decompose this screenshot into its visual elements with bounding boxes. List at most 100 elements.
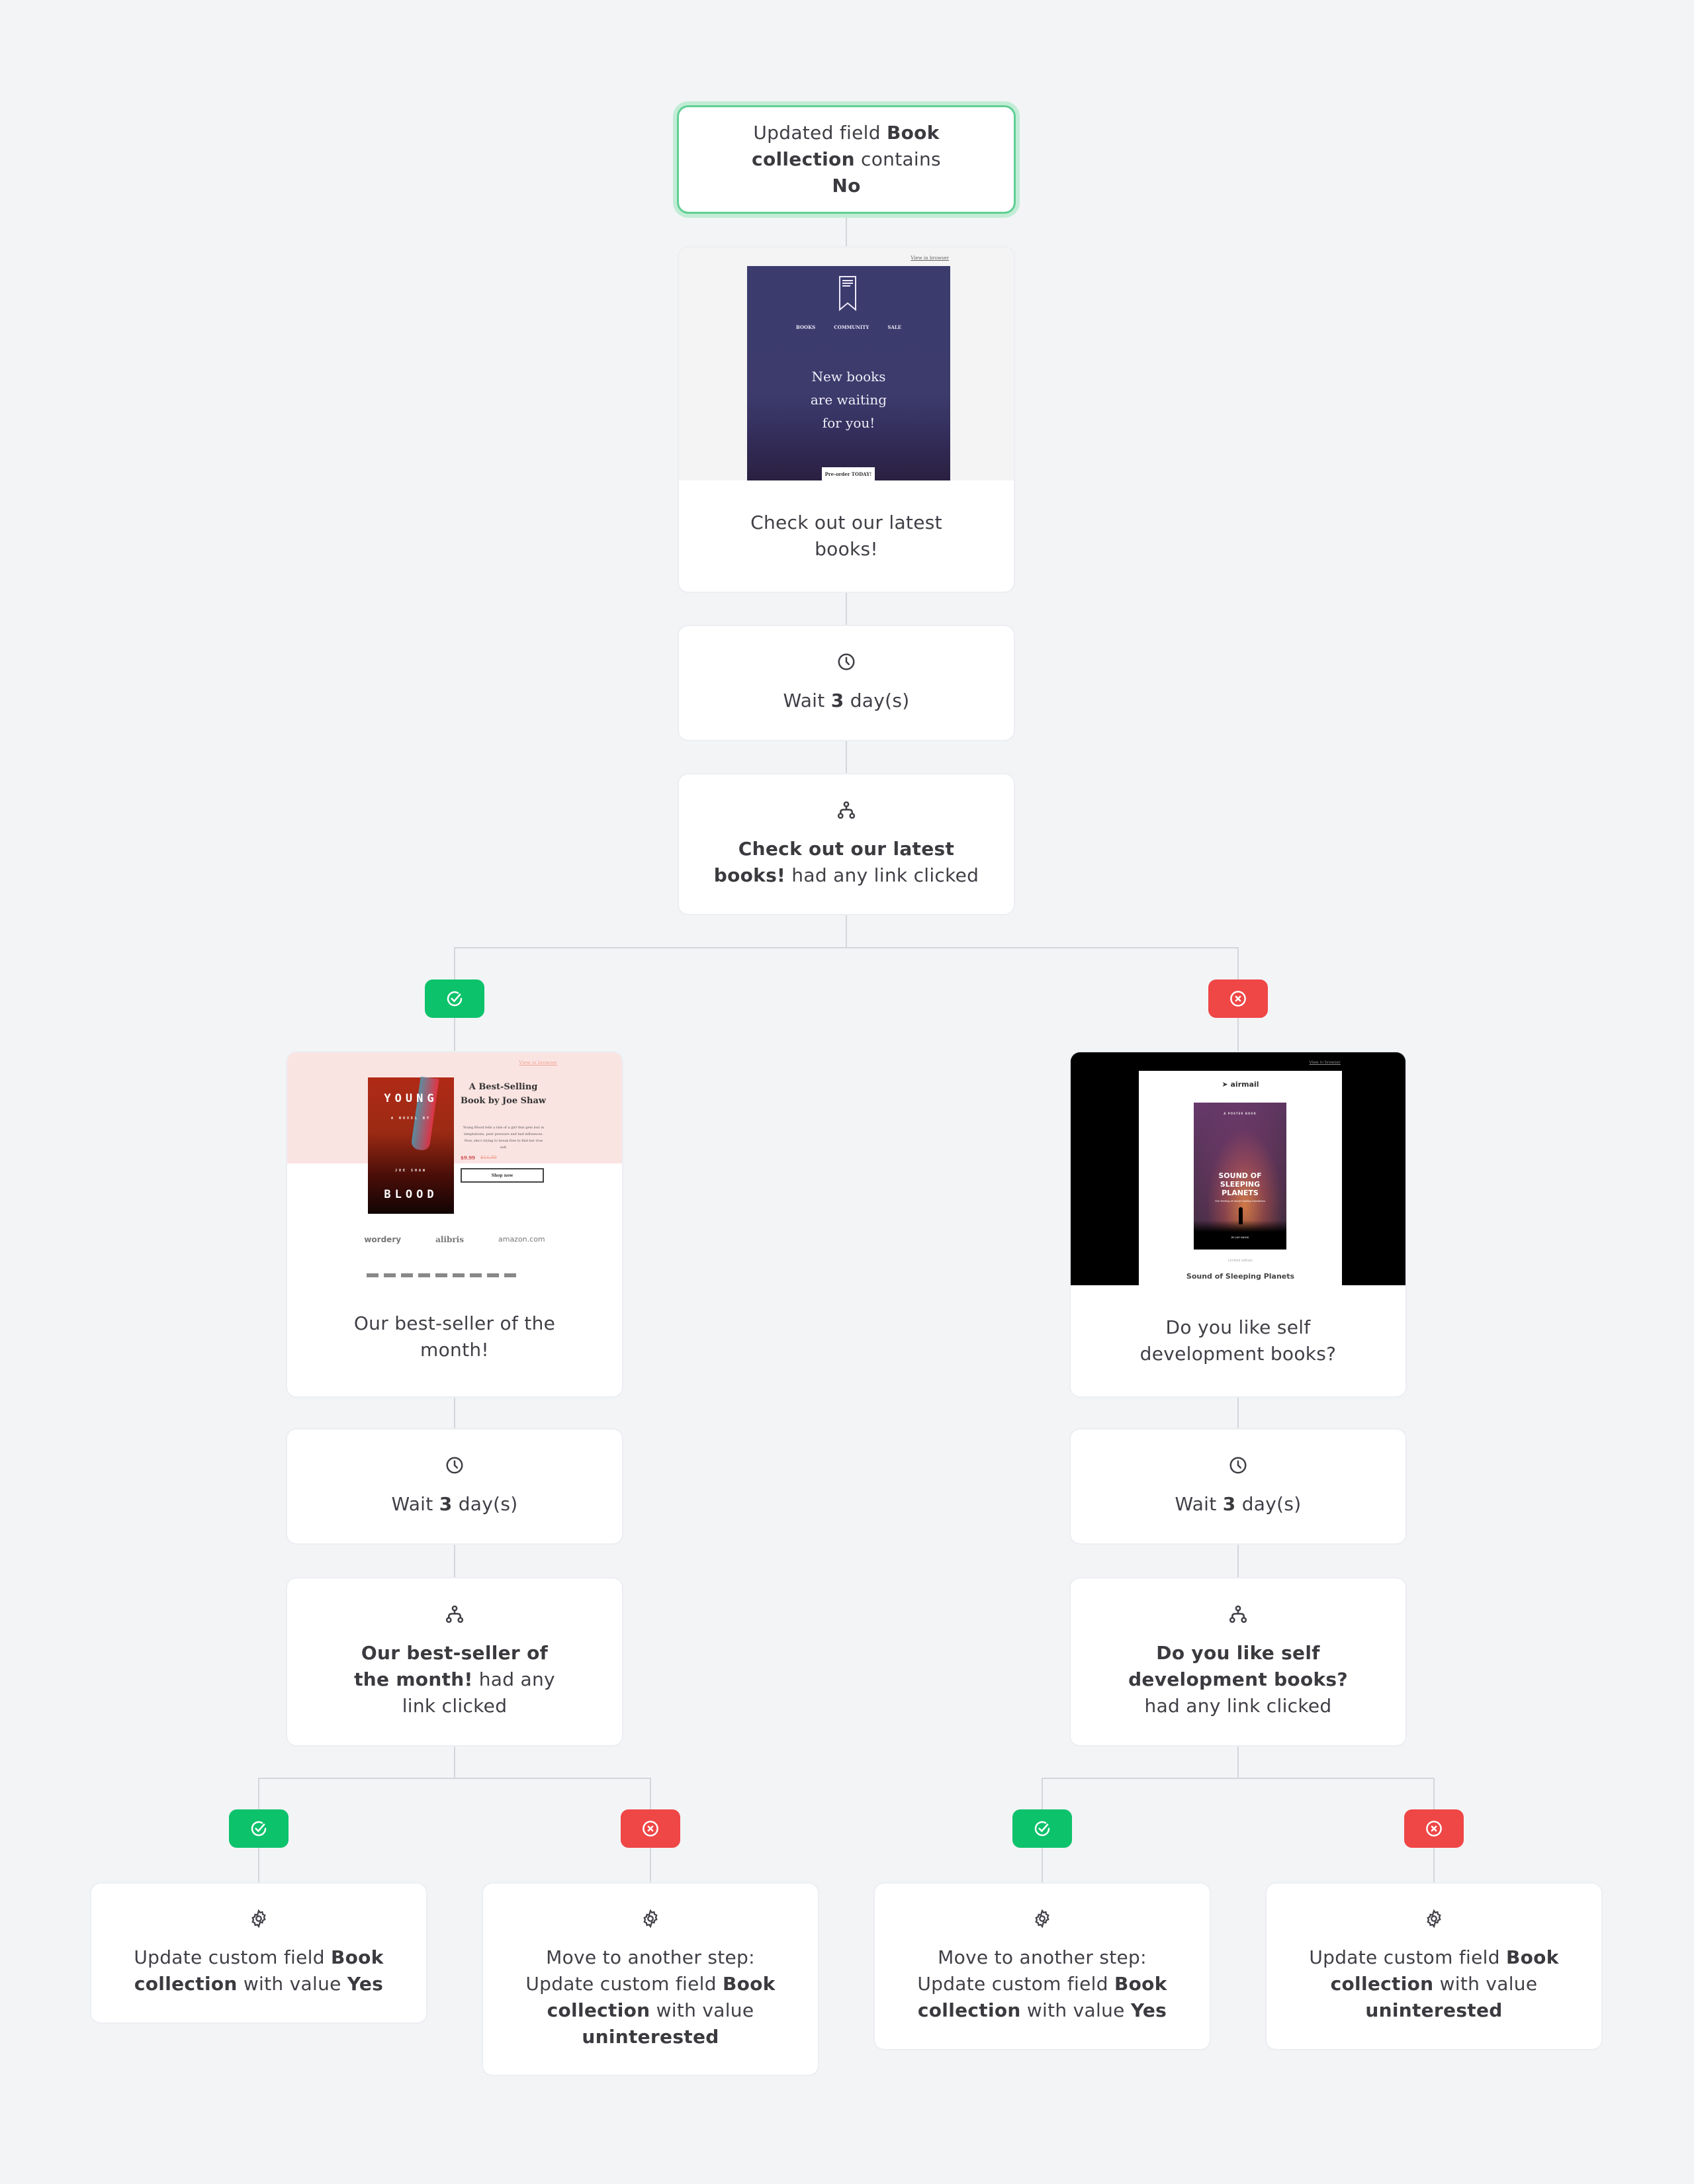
condition-node[interactable]: Check out our latest books! had any link… [679, 774, 1014, 914]
email-subject: Check out our latest books! [750, 512, 942, 560]
email-headline: New books are waiting for you! [747, 365, 950, 435]
email-node[interactable]: View in browser BOOKS COMMUNITY SALE New… [679, 248, 1014, 592]
condition-node[interactable]: Do you like self development books? had … [1071, 1578, 1405, 1745]
emphasis-text: Yes [1130, 1999, 1167, 2021]
branch-connector [1042, 1778, 1435, 1779]
x-circle-icon [1426, 1821, 1442, 1837]
no-branch-badge[interactable] [621, 1809, 680, 1848]
email-hero: BOOKS COMMUNITY SALE New books are waiti… [747, 266, 950, 480]
action-text: Move to another step: Update custom fiel… [910, 1944, 1175, 2024]
action-text: Update custom field Book collection with… [126, 1944, 391, 1997]
connector [846, 213, 847, 248]
condition-text: Check out our latest books! had any link… [713, 837, 979, 886]
connector [1237, 1745, 1239, 1778]
store-logo: wordery [364, 1235, 402, 1244]
nav-item: BOOKS [795, 324, 816, 330]
connector [454, 1396, 455, 1430]
text-fragment: with value [237, 1973, 347, 1995]
text-fragment: with value [650, 1999, 754, 2021]
email-subject: Our best-seller of the month! [353, 1312, 556, 1361]
x-circle-icon [643, 1821, 658, 1837]
email-preview: View in browser YOUNG A NOVEL BY JOE SHA… [287, 1052, 622, 1277]
emphasis-text: uninterested [1365, 1999, 1503, 2021]
branch-icon [837, 801, 856, 819]
condition-node[interactable]: Our best-seller of the month! had any li… [287, 1578, 622, 1745]
wait-node[interactable]: Wait 3 day(s) [287, 1430, 622, 1543]
clock-icon [1229, 1457, 1247, 1474]
wait-text: Wait 3 day(s) [783, 690, 910, 711]
connector [846, 740, 847, 774]
branch-icon [1229, 1605, 1247, 1623]
no-branch-badge[interactable] [1208, 979, 1268, 1018]
text-fragment: Updated field [753, 122, 887, 144]
wait-node[interactable]: Wait 3 day(s) [679, 626, 1014, 740]
headline-line: for you! [822, 415, 875, 431]
book-cover: A POSTER BOOK SOUND OF SLEEPING PLANETS … [1194, 1103, 1286, 1250]
clock-icon [838, 653, 855, 670]
connector [454, 1745, 455, 1778]
clock-icon [446, 1457, 463, 1474]
airmail-logo: ➤ airmail [1222, 1080, 1259, 1089]
connector [1237, 1543, 1239, 1578]
wait-node[interactable]: Wait 3 day(s) [1071, 1430, 1405, 1543]
wait-text: Wait 3 day(s) [391, 1493, 518, 1515]
preorder-button: Pre-order TODAY! [822, 467, 875, 480]
branch-icon [445, 1605, 464, 1623]
text-fragment: Move to another step: Update custom fiel… [917, 1946, 1147, 1995]
email-preview: View in browser BOOKS COMMUNITY SALE New… [679, 248, 1014, 480]
yes-branch-badge[interactable] [229, 1809, 289, 1848]
action-node[interactable]: Update custom field Book collection with… [91, 1884, 426, 2023]
store-logo: alibris [435, 1235, 464, 1244]
email-nav: BOOKS COMMUNITY SALE [747, 324, 950, 330]
store-logos: wordery alibris amazon.com [287, 1235, 622, 1244]
book-old-price: $14.99 [480, 1155, 497, 1160]
text-fragment: with value [1020, 1999, 1131, 2021]
nav-item: COMMUNITY [834, 324, 869, 330]
condition-text: Our best-seller of the month! had any li… [354, 1642, 555, 1717]
nav-item: SALE [887, 324, 902, 330]
wait-text: Wait 3 day(s) [1175, 1493, 1302, 1515]
no-branch-badge[interactable] [1404, 1809, 1464, 1848]
bookmark-logo-icon [839, 276, 856, 312]
gear-icon [643, 1909, 658, 1928]
headline-line: are waiting [810, 392, 887, 408]
view-in-browser-link: View in browser [911, 255, 949, 261]
emphasis-text: Yes [347, 1973, 384, 1995]
book-price: $9.99 [461, 1155, 475, 1161]
text-fragment: Update custom field [1309, 1946, 1506, 1968]
yes-branch-badge[interactable] [425, 979, 484, 1018]
trigger-node[interactable]: Updated field Book collection contains N… [679, 107, 1014, 212]
connector [1237, 1396, 1239, 1430]
gear-icon [251, 1909, 266, 1929]
action-text: Update custom field Book collection with… [1302, 1944, 1566, 2024]
emphasis-text: uninterested [582, 2025, 719, 2048]
action-node[interactable]: Move to another step: Update custom fiel… [483, 1884, 818, 2075]
email-node[interactable]: View in browser ➤ airmail A POSTER BOOK … [1071, 1052, 1405, 1396]
headline-line: New books [811, 369, 886, 385]
book-title: A Best-Selling Book by Joe Shaw [461, 1082, 547, 1106]
connector [846, 914, 847, 948]
check-circle-icon [1034, 1821, 1050, 1837]
shop-now-button: Shop now [461, 1168, 544, 1183]
trigger-text: Updated field Book collection contains N… [737, 120, 956, 199]
store-logo: amazon.com [498, 1235, 545, 1244]
view-in-browser-link: View in browser [519, 1060, 557, 1066]
yes-branch-badge[interactable] [1012, 1809, 1072, 1848]
view-in-browser-link: View in browser [1309, 1060, 1341, 1065]
text-fragment: contains [854, 148, 941, 170]
branch-connector [454, 947, 1239, 948]
x-circle-icon [1230, 991, 1246, 1007]
book-cover: YOUNG A NOVEL BY JOE SHAW BLOOD [368, 1076, 454, 1214]
action-node[interactable]: Move to another step: Update custom fiel… [875, 1884, 1210, 2049]
email-subject: Do you like self development books? [1139, 1316, 1337, 1365]
check-circle-icon [447, 991, 463, 1007]
branch-connector [258, 1778, 651, 1779]
action-node[interactable]: Update custom field Book collection with… [1267, 1884, 1601, 2049]
text-fragment: Update custom field [134, 1946, 331, 1968]
text-fragment: with value [1433, 1973, 1538, 1995]
email-node[interactable]: View in browser YOUNG A NOVEL BY JOE SHA… [287, 1052, 622, 1396]
gear-icon [1035, 1909, 1049, 1929]
connector [846, 592, 847, 626]
check-circle-icon [251, 1821, 267, 1837]
action-text: Move to another step: Update custom fiel… [525, 1944, 776, 2050]
